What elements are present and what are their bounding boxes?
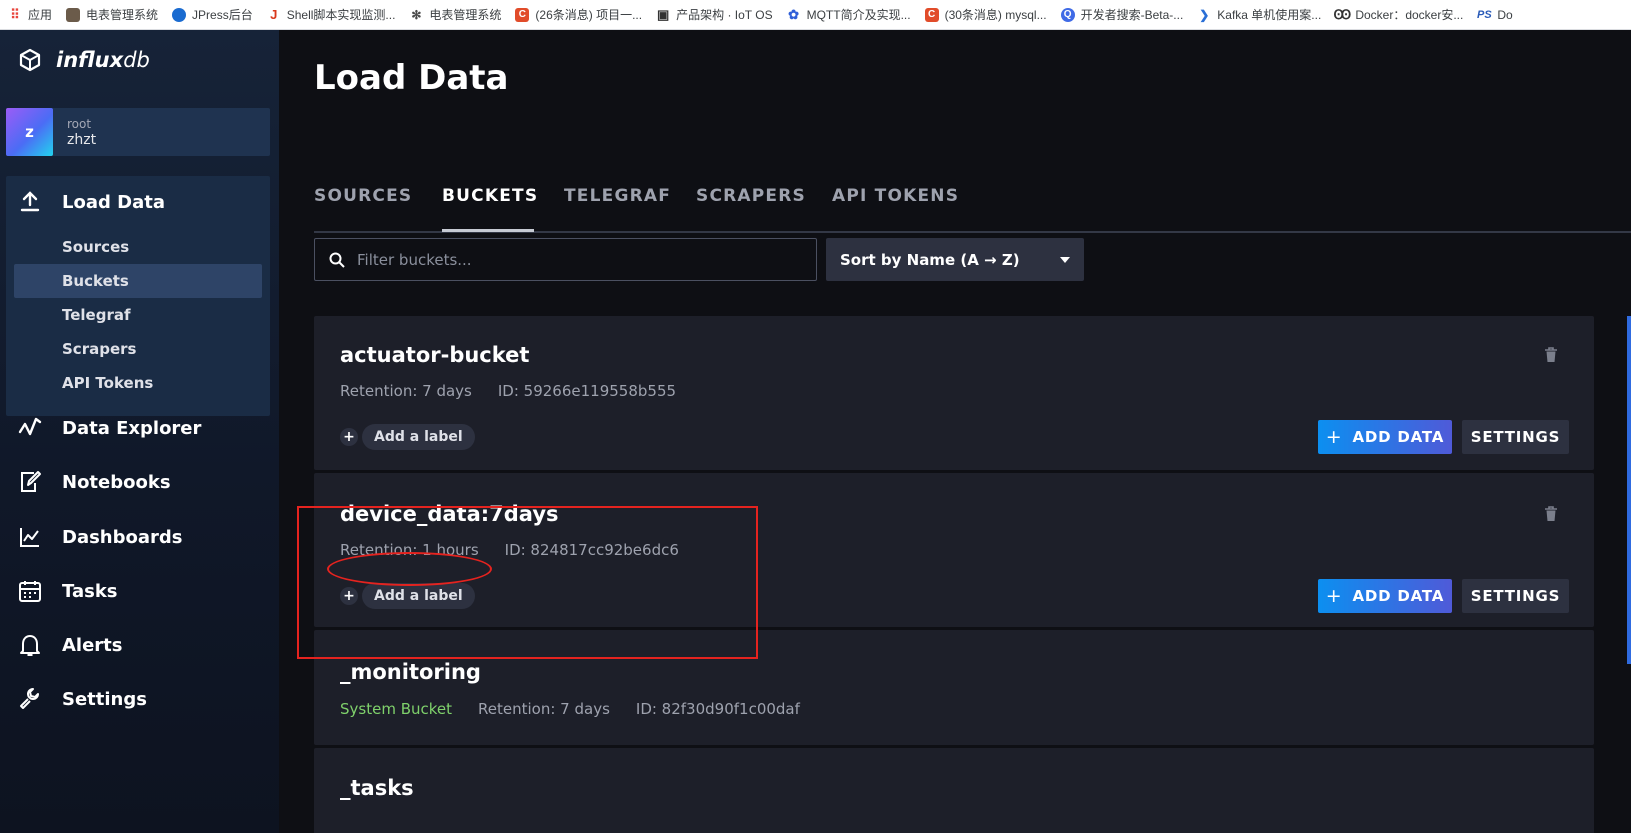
ps-icon: PS bbox=[1477, 8, 1492, 21]
nav-alerts[interactable]: Alerts bbox=[18, 633, 123, 657]
bookmark-item[interactable]: Ꙭ Docker：docker安... bbox=[1333, 6, 1463, 23]
sidebar-item-telegraf[interactable]: Telegraf bbox=[14, 298, 262, 332]
tab-buckets[interactable]: BUCKETS bbox=[442, 186, 538, 206]
chevron-logo-icon: ❯ bbox=[1199, 7, 1210, 22]
avatar: z bbox=[6, 108, 53, 156]
tab-scrapers[interactable]: SCRAPERS bbox=[696, 186, 806, 206]
csdn-icon: C bbox=[924, 7, 939, 22]
caret-down-icon bbox=[1060, 256, 1070, 263]
bookmark-item[interactable]: ▣ 产品架构 · IoT OS bbox=[656, 6, 773, 23]
load-data-panel: Load Data Sources Buckets Telegraf Scrap… bbox=[6, 176, 270, 416]
main-content: Load Data SOURCES BUCKETS TELEGRAF SCRAP… bbox=[279, 30, 1631, 833]
sidebar-item-api-tokens[interactable]: API Tokens bbox=[14, 366, 262, 400]
settings-button[interactable]: SETTINGS bbox=[1462, 420, 1569, 454]
wrench-icon bbox=[18, 687, 42, 711]
scrollbar-strip[interactable] bbox=[1627, 316, 1631, 664]
influxdb-cube-icon bbox=[19, 48, 41, 72]
bookmarks-bar: ⠿ 应用 电表管理系统 JPress后台 J Shell脚本实现监测... ✻ … bbox=[0, 0, 1631, 30]
annotation-retention-ellipse bbox=[327, 552, 492, 586]
leaf-icon: ✻ bbox=[411, 7, 422, 22]
sidebar-item-buckets[interactable]: Buckets bbox=[14, 264, 262, 298]
plus-icon: + bbox=[1325, 585, 1343, 607]
chart-axis-icon bbox=[18, 525, 42, 549]
bucket-name[interactable]: actuator-bucket bbox=[340, 343, 529, 367]
bookmark-item[interactable]: ❯ Kafka 单机使用案... bbox=[1197, 6, 1321, 23]
tab-api-tokens[interactable]: API TOKENS bbox=[832, 186, 959, 206]
trash-icon[interactable] bbox=[1544, 347, 1558, 363]
jianshu-icon: J bbox=[270, 7, 278, 22]
bookmark-item[interactable]: ✿ MQTT简介及实现... bbox=[787, 6, 910, 23]
bucket-retention: Retention: 7 days bbox=[478, 700, 610, 718]
add-label-button[interactable]: Add a label bbox=[362, 424, 475, 450]
bucket-card[interactable]: actuator-bucket Retention: 7 days ID: 59… bbox=[314, 316, 1594, 470]
bookmark-item[interactable]: PS Do bbox=[1477, 8, 1513, 22]
graph-line-icon bbox=[18, 416, 42, 440]
baidu-paw-icon: ✿ bbox=[788, 6, 800, 22]
page-title: Load Data bbox=[314, 58, 509, 98]
bookmark-apps[interactable]: ⠿ 应用 bbox=[8, 6, 52, 23]
add-label-plus-icon[interactable]: + bbox=[340, 428, 358, 446]
apps-grid-icon: ⠿ bbox=[10, 6, 20, 22]
sort-label: Sort by Name (A → Z) bbox=[840, 250, 1020, 269]
nav-dashboards[interactable]: Dashboards bbox=[18, 525, 183, 549]
add-data-button[interactable]: + ADD DATA bbox=[1318, 579, 1452, 613]
upload-icon bbox=[18, 190, 42, 214]
bookmark-item[interactable]: C (30条消息) mysql... bbox=[924, 6, 1047, 23]
notebook-pencil-icon bbox=[18, 470, 42, 494]
bookmark-item[interactable]: ✻ 电表管理系统 bbox=[409, 6, 501, 23]
calendar-icon bbox=[18, 579, 42, 603]
nav-data-explorer[interactable]: Data Explorer bbox=[18, 416, 201, 440]
influxdb-logo[interactable]: influxdb bbox=[18, 48, 150, 72]
sidebar-item-sources[interactable]: Sources bbox=[14, 230, 262, 264]
plus-icon: + bbox=[1325, 426, 1343, 448]
site-favicon bbox=[66, 7, 81, 22]
nav-tasks[interactable]: Tasks bbox=[18, 579, 118, 603]
docker-icon: Ꙭ bbox=[1333, 6, 1352, 22]
system-bucket-badge: System Bucket bbox=[340, 700, 453, 718]
nav-load-data[interactable]: Load Data bbox=[18, 190, 165, 214]
tab-bar: SOURCES BUCKETS TELEGRAF SCRAPERS API TO… bbox=[314, 180, 1631, 233]
filter-buckets-field[interactable] bbox=[314, 238, 817, 281]
search-icon bbox=[329, 252, 345, 268]
bucket-retention: Retention: 7 days bbox=[340, 382, 472, 400]
bookmark-item[interactable]: C (26条消息) 项目一... bbox=[515, 6, 642, 23]
bookmark-item[interactable]: J Shell脚本实现监测... bbox=[267, 6, 395, 23]
sort-dropdown[interactable]: Sort by Name (A → Z) bbox=[826, 238, 1084, 281]
book-icon: ▣ bbox=[656, 6, 670, 22]
bell-icon bbox=[18, 633, 42, 657]
csdn-icon: C bbox=[515, 7, 530, 22]
sidebar: influxdb z root zhzt Load Data Sources B… bbox=[0, 30, 279, 833]
bucket-id: ID: 59266e119558b555 bbox=[497, 382, 677, 400]
bookmark-item[interactable]: 电表管理系统 bbox=[66, 6, 158, 23]
org-name: root bbox=[67, 117, 92, 131]
user-name: zhzt bbox=[67, 132, 97, 148]
active-tab-indicator bbox=[442, 229, 534, 232]
search-q-icon: Q bbox=[1060, 7, 1075, 22]
globe-icon bbox=[172, 7, 187, 22]
settings-button[interactable]: SETTINGS bbox=[1462, 579, 1569, 613]
add-data-button[interactable]: + ADD DATA bbox=[1318, 420, 1452, 454]
trash-icon[interactable] bbox=[1544, 506, 1558, 522]
user-switcher[interactable]: z root zhzt bbox=[6, 108, 270, 156]
nav-settings[interactable]: Settings bbox=[18, 687, 147, 711]
bucket-name[interactable]: _tasks bbox=[340, 776, 414, 800]
tab-telegraf[interactable]: TELEGRAF bbox=[564, 186, 671, 206]
bucket-card[interactable]: _tasks bbox=[314, 748, 1594, 833]
bucket-id: ID: 82f30d90f1c00daf bbox=[635, 700, 800, 718]
filter-buckets-input[interactable] bbox=[357, 250, 797, 269]
nav-notebooks[interactable]: Notebooks bbox=[18, 470, 171, 494]
tab-sources[interactable]: SOURCES bbox=[314, 186, 412, 206]
sidebar-item-scrapers[interactable]: Scrapers bbox=[14, 332, 262, 366]
brand-wordmark: influxdb bbox=[56, 48, 150, 72]
bookmark-item[interactable]: JPress后台 bbox=[172, 6, 253, 23]
bucket-name[interactable]: _monitoring bbox=[340, 660, 481, 684]
label-row: + Add a label bbox=[340, 424, 475, 450]
bookmark-item[interactable]: Q 开发者搜索-Beta-... bbox=[1060, 6, 1183, 23]
